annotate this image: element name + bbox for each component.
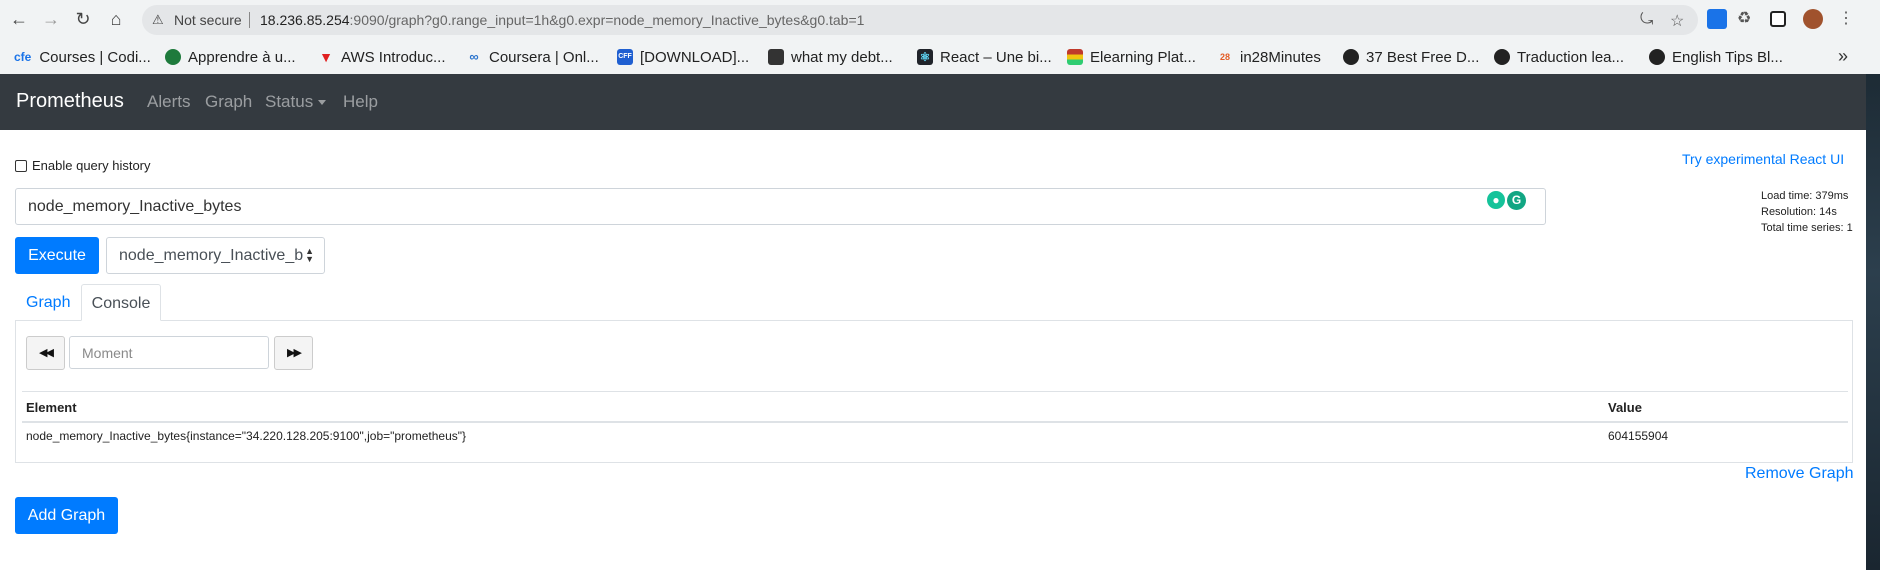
bookmark-item[interactable]: CFF [DOWNLOAD]... — [617, 47, 749, 67]
address-bar[interactable]: ⚠ Not secure 18.236.85.254:9090/graph?g0… — [142, 5, 1698, 35]
query-history-label: Enable query history — [32, 158, 151, 173]
execute-button[interactable]: Execute — [15, 237, 99, 274]
forward-icon[interactable]: → — [38, 6, 64, 32]
nav-alerts[interactable]: Alerts — [147, 92, 190, 112]
nav-graph[interactable]: Graph — [205, 92, 252, 112]
in28-icon: 28 — [1219, 52, 1230, 62]
bookmark-item[interactable]: English Tips Bl... — [1649, 47, 1783, 67]
desktop-background — [1866, 74, 1880, 570]
load-time: Load time: 379ms — [1761, 190, 1849, 202]
divider — [249, 12, 250, 28]
extensions-icon[interactable]: ♻ — [1737, 8, 1751, 28]
react-ui-link[interactable]: Try experimental React UI — [1682, 151, 1844, 167]
query-history-checkbox[interactable] — [15, 160, 27, 172]
remove-graph-link[interactable]: Remove Graph — [1745, 465, 1854, 483]
bookmark-item[interactable]: Elearning Plat... — [1067, 47, 1196, 67]
security-label: Not secure — [174, 12, 242, 28]
home-icon[interactable]: ⌂ — [103, 6, 129, 32]
cfe-icon: cfe — [14, 50, 32, 64]
total-series: Total time series: 1 — [1761, 222, 1853, 234]
reload-icon[interactable]: ↻ — [70, 6, 96, 32]
bookmark-item[interactable]: what my debt... — [768, 47, 893, 67]
bookmark-item[interactable]: Traduction lea... — [1494, 47, 1624, 67]
cff-icon: CFF — [617, 49, 633, 65]
tab-console[interactable]: Console — [81, 284, 161, 321]
divider — [22, 421, 1848, 423]
globe-icon — [1494, 49, 1510, 65]
bars-icon — [1067, 49, 1083, 65]
bookmark-item[interactable]: cfe Courses | Codi... — [14, 47, 151, 67]
bookmark-item[interactable]: Apprendre à u... — [165, 47, 296, 67]
nav-status[interactable]: Status — [265, 92, 327, 112]
column-header-element: Element — [26, 400, 77, 415]
expression-input[interactable]: node_memory_Inactive_bytes ⇱ — [15, 188, 1558, 413]
column-header-value: Value — [1608, 400, 1642, 415]
fast-forward-button[interactable]: ▶▶ — [274, 336, 313, 370]
more-bookmarks-icon[interactable]: » — [1838, 46, 1848, 67]
red-v-icon: ▼ — [319, 49, 333, 65]
bookmark-item[interactable]: 37 Best Free D... — [1343, 47, 1479, 67]
globe-icon — [1343, 49, 1359, 65]
bookmark-item[interactable]: ⚛ React – Une bi... — [917, 47, 1052, 67]
rewind-button[interactable]: ◀◀ — [26, 336, 65, 370]
metric-select[interactable]: node_memory_Inactive_bytes ▲▼ — [106, 237, 325, 274]
chart-icon — [768, 49, 784, 65]
bookmark-item[interactable]: ∞ Coursera | Onl... — [466, 47, 598, 67]
bookmark-item[interactable]: 28 in28Minutes — [1217, 47, 1321, 67]
rewind-icon: ◀◀ — [39, 347, 54, 359]
moment-placeholder: Moment — [82, 345, 133, 361]
avatar[interactable] — [1803, 9, 1823, 29]
brand-link[interactable]: Prometheus — [16, 90, 124, 113]
table-row-value: 604155904 — [1608, 429, 1669, 443]
select-arrows-icon: ▲ ▼ — [305, 246, 314, 264]
menu-icon[interactable]: ⋮ — [1838, 8, 1854, 28]
browser-toolbar: ← → ↻ ⌂ ⚠ Not secure 18.236.85.254:9090/… — [0, 0, 1880, 38]
warning-icon: ⚠ — [152, 12, 164, 27]
grammarly-bulb-icon[interactable]: ● — [1487, 191, 1505, 209]
add-graph-button[interactable]: Add Graph — [15, 497, 118, 534]
navbar: Prometheus Alerts Graph Status Help — [0, 74, 1866, 130]
coursera-icon: ∞ — [469, 49, 479, 64]
globe-green-icon — [165, 49, 181, 65]
tab-graph[interactable]: Graph — [15, 284, 81, 321]
bookmark-item[interactable]: ▼ AWS Introduc... — [318, 47, 445, 67]
chevron-down-icon — [318, 100, 327, 106]
share-icon[interactable]: ⤿ — [1640, 11, 1653, 29]
side-panel-icon[interactable] — [1770, 11, 1786, 27]
star-icon[interactable]: ☆ — [1670, 11, 1684, 31]
resolution: Resolution: 14s — [1761, 206, 1837, 218]
grammarly-icon[interactable]: G — [1507, 191, 1526, 210]
divider — [22, 391, 1848, 392]
url-text[interactable]: 18.236.85.254:9090/graph?g0.range_input=… — [260, 12, 864, 28]
nav-help[interactable]: Help — [343, 92, 378, 112]
table-row-element: node_memory_Inactive_bytes{instance="34.… — [26, 429, 467, 443]
react-icon: ⚛ — [917, 49, 933, 65]
globe-icon — [1649, 49, 1665, 65]
metric-select-value: node_memory_Inactive_bytes — [119, 247, 303, 264]
query-stats: Load time: 379ms Resolution: 14s Total t… — [1761, 188, 1853, 236]
back-icon[interactable]: ← — [6, 6, 32, 32]
expression-text: node_memory_Inactive_bytes — [28, 198, 242, 215]
moment-input[interactable]: Moment — [69, 336, 269, 369]
bookmarks-bar: cfe Courses | Codi... Apprendre à u... ▼ A… — [0, 38, 1880, 74]
trello-extension-icon[interactable] — [1707, 9, 1727, 29]
fast-forward-icon: ▶▶ — [287, 347, 302, 359]
